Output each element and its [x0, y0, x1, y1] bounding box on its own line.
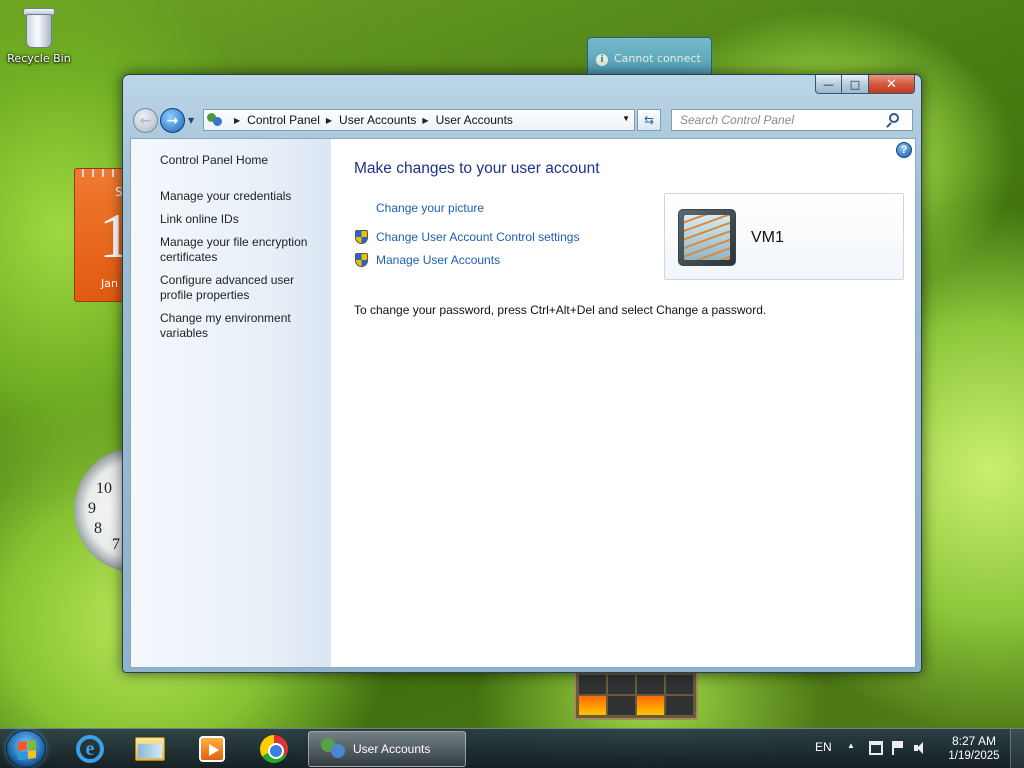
breadcrumb-user-accounts[interactable]: User Accounts: [339, 113, 416, 127]
breadcrumb-control-panel[interactable]: Control Panel: [247, 113, 320, 127]
link-online-ids-link[interactable]: Link online IDs: [160, 212, 325, 227]
network-icon[interactable]: [869, 741, 883, 755]
file-encryption-certificates-link[interactable]: Manage your file encryption certificates: [160, 235, 325, 265]
advanced-profile-properties-link[interactable]: Configure advanced user profile properti…: [160, 273, 325, 303]
clock[interactable]: 8:27 AM 1/19/2025: [948, 734, 1000, 764]
calendar-month: Jan: [101, 277, 118, 290]
show-desktop-button[interactable]: [1010, 729, 1024, 768]
user-accounts-window: — □ ✕ ← → ▼ ▶ Control Panel ▶ User Accou…: [122, 74, 922, 673]
chevron-down-icon[interactable]: ▼: [622, 114, 630, 123]
back-button[interactable]: ←: [133, 108, 158, 133]
user-name: VM1: [751, 229, 784, 246]
clock-numeral-9: 9: [88, 500, 96, 517]
help-icon[interactable]: ?: [896, 142, 912, 158]
search-input[interactable]: Search Control Panel: [671, 109, 913, 131]
clock-time: 8:27 AM: [951, 734, 997, 748]
tile: [579, 696, 606, 715]
page-title: Make changes to your user account: [354, 160, 600, 177]
breadcrumb-separator[interactable]: ▶: [326, 116, 332, 125]
taskbar-task-label: User Accounts: [353, 742, 431, 756]
tile: [608, 675, 635, 694]
calendar-rings: [77, 169, 125, 177]
clock-date: 1/19/2025: [948, 750, 1000, 762]
close-button[interactable]: ✕: [869, 75, 915, 94]
folder-icon: [135, 737, 165, 761]
uac-shield-icon: [354, 230, 369, 245]
internet-explorer-icon: e: [76, 735, 104, 763]
address-bar[interactable]: ▶ Control Panel ▶ User Accounts ▶ User A…: [203, 109, 635, 131]
manage-credentials-link[interactable]: Manage your credentials: [160, 189, 325, 204]
maximize-button[interactable]: □: [842, 75, 869, 94]
tile: [637, 696, 664, 715]
windows-logo-icon: [18, 740, 36, 760]
tile: [608, 696, 635, 715]
media-player-taskbar-button[interactable]: [184, 732, 240, 766]
user-accounts-icon: [319, 736, 349, 762]
clock-numeral-10: 10: [96, 480, 112, 497]
forward-button[interactable]: →: [160, 108, 185, 133]
navigation-bar: ← → ▼ ▶ Control Panel ▶ User Accounts ▶ …: [131, 106, 913, 134]
caption-buttons: — □ ✕: [815, 75, 915, 94]
user-account-tile: VM1: [664, 193, 904, 280]
tile: [637, 675, 664, 694]
action-center-flag-icon[interactable]: [892, 741, 904, 755]
calendar-gadget[interactable]: S 1 Jan: [74, 168, 126, 302]
control-panel-home-link[interactable]: Control Panel Home: [160, 153, 325, 168]
clock-numeral-8: 8: [94, 520, 102, 537]
user-picture[interactable]: [678, 209, 736, 266]
tiles-gadget[interactable]: [574, 670, 698, 720]
password-instructions: To change your password, press Ctrl+Alt+…: [354, 303, 767, 317]
internet-explorer-taskbar-button[interactable]: e: [62, 732, 118, 766]
start-button[interactable]: [6, 730, 46, 768]
clock-numeral-7: 7: [112, 536, 120, 553]
notification-text: Cannot connect: [614, 52, 701, 65]
info-icon: i: [596, 54, 608, 66]
refresh-button[interactable]: ⇆: [637, 109, 661, 131]
window-content: Control Panel Home Manage your credentia…: [130, 138, 916, 668]
change-picture-link[interactable]: Change your picture: [376, 201, 484, 215]
recycle-bin-shortcut[interactable]: Recycle Bin: [6, 6, 72, 65]
user-accounts-taskbar-button[interactable]: User Accounts: [308, 731, 466, 767]
manage-user-accounts-link[interactable]: Manage User Accounts: [376, 253, 500, 267]
volume-icon[interactable]: [914, 741, 923, 755]
user-accounts-icon: [206, 112, 224, 128]
recent-pages-dropdown[interactable]: ▼: [188, 116, 194, 125]
breadcrumb-separator[interactable]: ▶: [422, 116, 428, 125]
search-icon[interactable]: [889, 113, 899, 123]
recycle-bin-label: Recycle Bin: [7, 52, 71, 65]
language-indicator[interactable]: EN: [815, 740, 832, 754]
breadcrumb-separator[interactable]: ▶: [234, 116, 240, 125]
tile: [666, 696, 693, 715]
tile: [666, 675, 693, 694]
show-hidden-icons-button[interactable]: ▲: [847, 741, 855, 750]
breadcrumb-user-accounts-current[interactable]: User Accounts: [436, 113, 513, 127]
chrome-icon: [260, 735, 288, 763]
file-explorer-taskbar-button[interactable]: [122, 732, 178, 766]
minimize-button[interactable]: —: [815, 75, 842, 94]
chrome-taskbar-button[interactable]: [246, 732, 302, 766]
environment-variables-link[interactable]: Change my environment variables: [160, 311, 325, 341]
media-player-icon: [199, 736, 225, 762]
tile: [579, 675, 606, 694]
taskbar: e User Accounts EN ▲ 8:27 AM 1/19/2025: [0, 728, 1024, 768]
main-pane: ? Make changes to your user account Chan…: [331, 139, 915, 667]
task-pane: Control Panel Home Manage your credentia…: [131, 139, 331, 667]
recycle-bin-icon: [22, 6, 56, 50]
uac-settings-link[interactable]: Change User Account Control settings: [376, 230, 579, 244]
uac-shield-icon: [354, 253, 369, 268]
